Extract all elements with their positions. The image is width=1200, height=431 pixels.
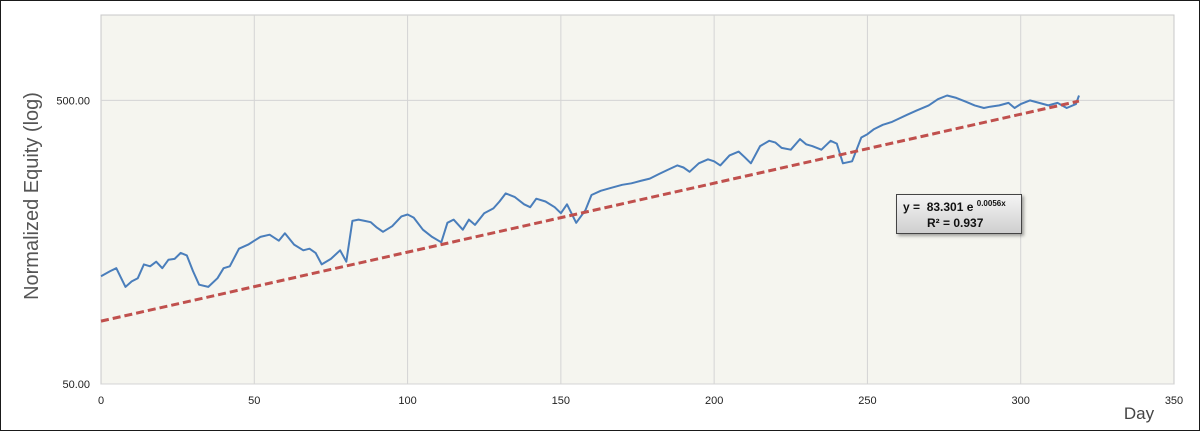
trendline-equation: y = 83.301 e 0.0056x: [903, 199, 1006, 214]
equation-exponent: 0.0056x: [976, 199, 1006, 208]
trendline-equation-box: y = 83.301 e 0.0056x R² = 0.937: [896, 194, 1022, 234]
y-tick-label: 50.00: [62, 379, 90, 391]
x-tick-label: 0: [98, 395, 104, 407]
equation-base: 83.301 e: [926, 200, 974, 214]
x-tick-label: 200: [705, 395, 723, 407]
x-tick-label: 250: [858, 395, 876, 407]
x-tick-label: 350: [1165, 395, 1183, 407]
equation-prefix: y =: [903, 200, 921, 214]
x-axis-label: Day: [1124, 404, 1155, 423]
x-tick-label: 100: [398, 395, 416, 407]
r-squared: R² = 0.937: [927, 216, 984, 230]
y-axis-label: Normalized Equity (log): [21, 92, 43, 300]
x-tick-label: 150: [552, 395, 570, 407]
x-tick-label: 50: [248, 395, 260, 407]
x-tick-label: 300: [1012, 395, 1030, 407]
y-tick-label: 500.00: [56, 95, 90, 107]
